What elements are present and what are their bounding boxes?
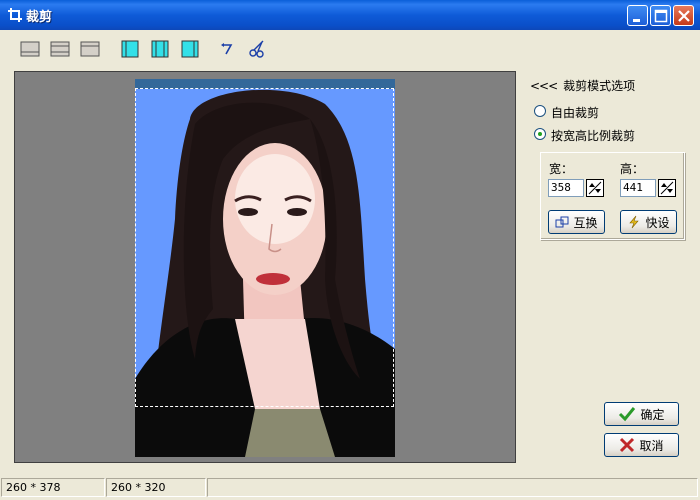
quick-preset-label: 快设 <box>645 215 670 230</box>
align-top-icon[interactable] <box>80 40 100 58</box>
undo-icon[interactable] <box>218 40 238 58</box>
swap-label: 互换 <box>573 215 598 230</box>
spin-arrows-icon <box>588 181 602 195</box>
close-button[interactable] <box>673 5 694 26</box>
swap-button[interactable]: 互换 <box>548 210 605 234</box>
portrait-photo <box>135 79 395 457</box>
radio-free-crop-label[interactable]: 自由裁剪 <box>551 104 599 121</box>
height-label: 高： <box>620 162 645 176</box>
width-input[interactable]: 358 <box>548 179 584 197</box>
minimize-button[interactable] <box>627 5 648 26</box>
maximize-icon <box>654 9 668 23</box>
spin-arrows-icon <box>660 181 674 195</box>
cancel-label: 取消 <box>639 438 664 453</box>
crop-selection-box[interactable] <box>135 88 394 407</box>
lightning-icon <box>629 215 640 229</box>
height-input[interactable]: 441 <box>620 179 656 197</box>
cancel-button[interactable]: 取消 <box>604 433 679 457</box>
x-icon <box>620 437 635 453</box>
swap-icon <box>555 216 569 228</box>
radio-ratio-crop-label[interactable]: 按宽高比例裁剪 <box>551 127 635 144</box>
checkmark-icon <box>619 407 636 422</box>
title-bar: 裁剪 <box>0 0 700 30</box>
status-image-size: 260 * 378 <box>1 478 105 497</box>
height-spin-button[interactable] <box>658 179 676 197</box>
ok-button[interactable]: 确定 <box>604 402 679 426</box>
status-extra <box>207 478 698 497</box>
maximize-button[interactable] <box>650 5 671 26</box>
minimize-icon <box>633 19 640 22</box>
close-icon <box>678 10 690 22</box>
align-bottom-icon[interactable] <box>20 40 40 58</box>
radio-ratio-crop[interactable] <box>534 128 546 140</box>
status-bar: 260 * 378 260 * 320 <box>0 475 700 500</box>
align-right-icon[interactable] <box>180 40 200 58</box>
collapse-chevron-icon[interactable]: <<< <box>530 79 558 93</box>
toolbar <box>0 30 700 66</box>
mode-options-header[interactable]: <<< 裁剪模式选项 <box>530 77 635 94</box>
align-center-icon[interactable] <box>150 40 170 58</box>
width-spin-button[interactable] <box>586 179 604 197</box>
image-canvas[interactable] <box>14 71 516 463</box>
quick-preset-button[interactable]: 快设 <box>620 210 677 234</box>
window-title: 裁剪 <box>26 10 53 25</box>
scissors-icon[interactable] <box>248 40 268 58</box>
ok-label: 确定 <box>640 407 665 422</box>
align-left-icon[interactable] <box>120 40 140 58</box>
status-crop-size: 260 * 320 <box>106 478 206 497</box>
mode-options-title: 裁剪模式选项 <box>563 79 636 93</box>
width-label: 宽： <box>549 162 574 176</box>
crop-icon <box>8 8 22 22</box>
radio-free-crop[interactable] <box>534 105 546 117</box>
align-middle-icon[interactable] <box>50 40 70 58</box>
